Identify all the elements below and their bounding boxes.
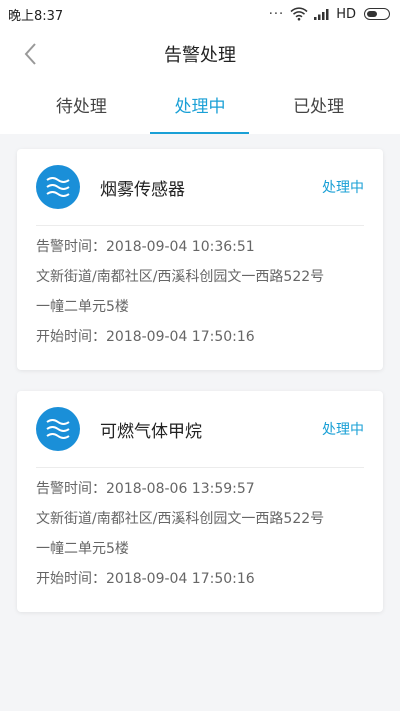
status-badge: 处理中	[322, 422, 364, 438]
sensor-wave-icon	[36, 165, 80, 209]
address-line: 文新街道/南都社区/西溪科创园文一西路522号	[36, 511, 325, 527]
alert-card-body: 告警时间：2018-09-04 10:36:51 文新街道/南都社区/西溪科创园…	[17, 226, 383, 352]
chevron-left-icon	[24, 43, 36, 65]
page-title: 告警处理	[164, 45, 236, 66]
tab-processed[interactable]: 已处理	[269, 80, 368, 134]
address-line: 一幢二单元5楼	[36, 541, 129, 557]
sensor-name: 可燃气体甲烷	[100, 421, 202, 442]
back-button[interactable]	[16, 40, 44, 68]
alert-card-header: 烟雾传感器 处理中	[36, 149, 364, 226]
status-bar: 晚上8:37 ··· HD	[0, 0, 400, 28]
sensor-name: 烟雾传感器	[100, 179, 185, 200]
status-badge: 处理中	[322, 180, 364, 196]
nav-bar: 告警处理	[0, 28, 400, 80]
address-line: 一幢二单元5楼	[36, 299, 129, 315]
tab-pending[interactable]: 待处理	[32, 80, 131, 134]
alert-card-body: 告警时间：2018-08-06 13:59:57 文新街道/南都社区/西溪科创园…	[17, 468, 383, 594]
alert-card-header: 可燃气体甲烷 处理中	[36, 391, 364, 468]
start-time: 开始时间：2018-09-04 17:50:16	[36, 329, 255, 345]
status-icons: ··· HD	[269, 7, 390, 22]
battery-icon	[364, 8, 390, 20]
start-time: 开始时间：2018-09-04 17:50:16	[36, 571, 255, 587]
alarm-time: 告警时间：2018-09-04 10:36:51	[36, 239, 255, 255]
signal-icon	[314, 9, 329, 20]
more-dots-icon: ···	[268, 6, 285, 22]
status-time: 晚上8:37	[8, 8, 64, 24]
network-type: HD	[336, 6, 356, 22]
alert-card[interactable]: 可燃气体甲烷 处理中 告警时间：2018-08-06 13:59:57 文新街道…	[17, 391, 383, 612]
alarm-time: 告警时间：2018-08-06 13:59:57	[36, 481, 255, 497]
wifi-icon	[290, 7, 308, 21]
sensor-wave-icon	[36, 407, 80, 451]
address-line: 文新街道/南都社区/西溪科创园文一西路522号	[36, 269, 325, 285]
alert-card[interactable]: 烟雾传感器 处理中 告警时间：2018-09-04 10:36:51 文新街道/…	[17, 149, 383, 370]
status-tabs: 待处理 处理中 已处理	[0, 80, 400, 134]
tab-processing[interactable]: 处理中	[150, 80, 250, 134]
